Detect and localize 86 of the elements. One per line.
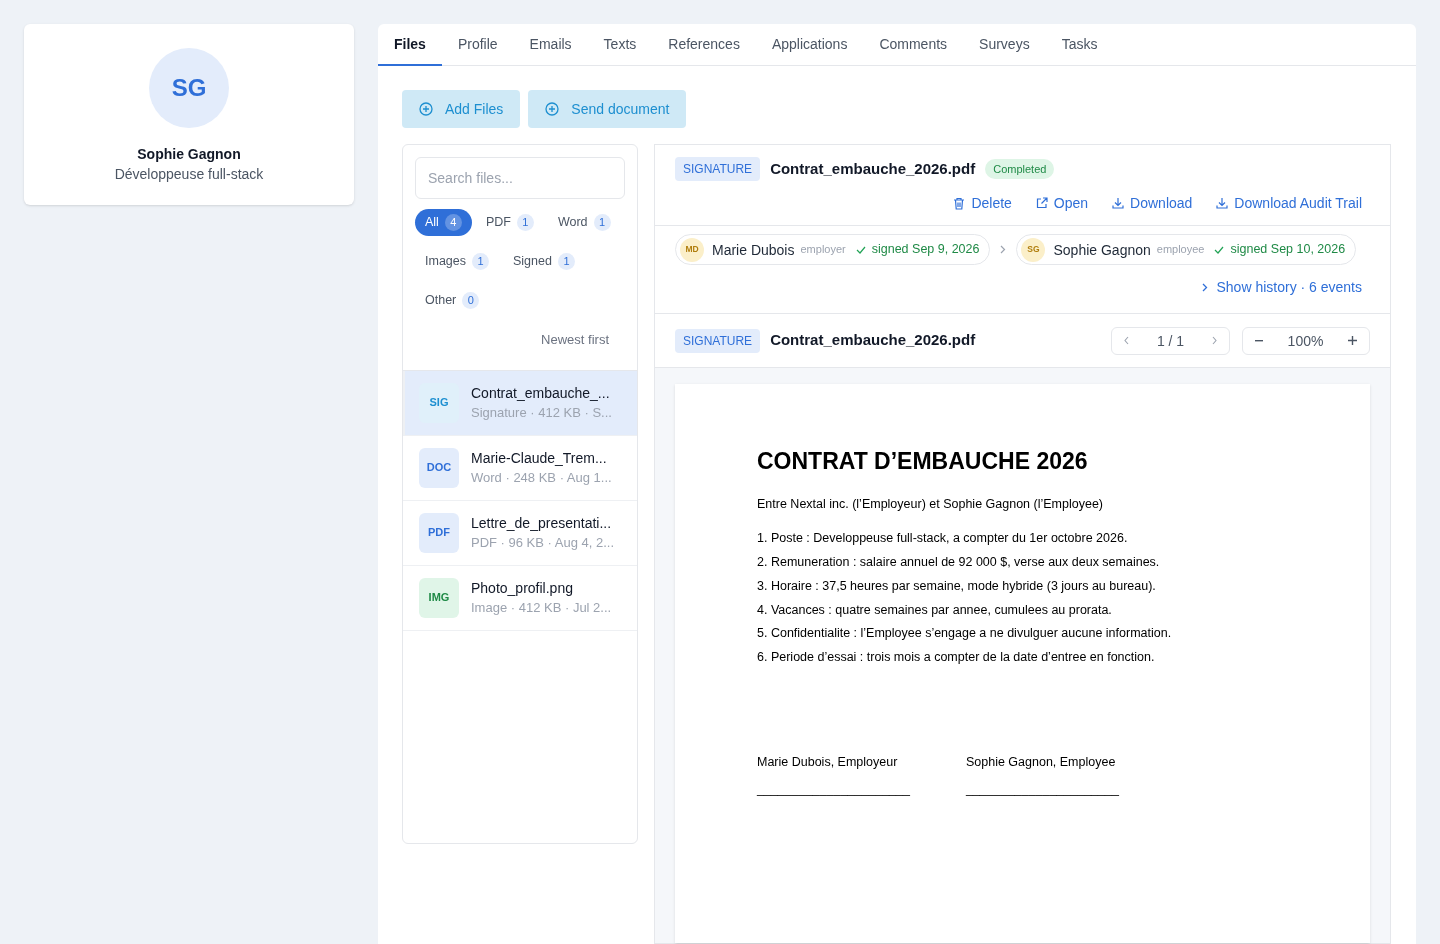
file-title: Contrat_embauche_2026.pdf: [770, 330, 976, 351]
file-row[interactable]: IMG Photo_profil.png Image · 412 KB · Jul 2...: [403, 565, 637, 631]
zoom-out-icon[interactable]: [1255, 339, 1263, 342]
action-link[interactable]: Open: [1035, 193, 1089, 213]
filter-chip[interactable]: PDF 1: [475, 209, 544, 236]
file-name: Lettre_de_presentati...: [471, 513, 613, 533]
tab[interactable]: Applications: [755, 24, 864, 66]
profile-name: Sophie Gagnon: [137, 145, 241, 164]
file-row[interactable]: DOC Marie-Claude_Trem... Word · 248 KB · Aug 1...: [403, 435, 637, 501]
document-clause: 3. Horaire : 37,5 heures par semaine, mode hybride (3 jours au bureau).: [757, 577, 1157, 595]
action-link[interactable]: Delete: [953, 193, 1012, 213]
external-link-icon: [1035, 197, 1048, 209]
document-clause: 2. Remuneration : salaire annuel de 92 000 $, verse aux deux semaines.: [757, 554, 1161, 571]
file-row[interactable]: SIG Contrat_embauche_... Signature · 412 KB · S...: [403, 370, 637, 436]
file-meta: Signature · 412 KB · S...: [471, 403, 612, 422]
avatar: SG: [149, 48, 229, 128]
document-clause: 5. Confidentialite : l’Employee s’engage a ne divulguer aucune information.: [757, 625, 1173, 643]
show-history-link[interactable]: Show history · 6 events: [1202, 277, 1362, 297]
signature-tag: SIGNATURE: [675, 157, 761, 181]
file-title: Contrat_embauche_2026.pdf: [770, 158, 976, 179]
tab[interactable]: Profile: [441, 24, 514, 66]
tab[interactable]: Tasks: [1045, 24, 1114, 66]
status-badge: Completed: [985, 158, 1055, 180]
filter-chip[interactable]: Word 1: [547, 209, 621, 236]
file-type-badge: IMG: [419, 577, 459, 618]
tab[interactable]: Emails: [513, 24, 588, 66]
signer-role: employer: [800, 242, 846, 258]
tab[interactable]: Surveys: [963, 24, 1046, 66]
signature-label: Sophie Gagnon, Employee: [965, 753, 1117, 771]
signer-name: Sophie Gagnon: [1053, 240, 1151, 260]
file-row[interactable]: PDF Lettre_de_presentati... PDF · 96 KB · Aug 4, 2...: [403, 500, 637, 566]
document-clause: 6. Periode d’essai : trois mois a compter de la date d’entree en fonction.: [757, 649, 1156, 666]
profile-role: Développeuse full-stack: [114, 165, 264, 184]
signer-name: Marie Dubois: [712, 240, 795, 260]
file-type-badge: PDF: [419, 512, 459, 553]
check-icon: [855, 245, 866, 254]
filter-chip[interactable]: Signed 1: [503, 248, 585, 275]
count-badge: 0: [462, 292, 480, 309]
signature-tag: SIGNATURE: [675, 328, 761, 353]
document-clause: 1. Poste : Developpeuse full-stack, a compter du 1er octobre 2026.: [757, 530, 1129, 548]
signer-avatar: SG: [1021, 237, 1046, 262]
count-badge: 1: [472, 253, 489, 270]
chevron-right-icon: [1000, 245, 1007, 254]
add-circle-icon: [419, 102, 433, 116]
chevron-right-icon: [1202, 282, 1209, 292]
count-badge: 4: [444, 214, 462, 231]
add-circle-icon: [545, 102, 560, 116]
tab[interactable]: Files: [378, 24, 442, 66]
signer-avatar: MD: [680, 237, 704, 262]
file-meta: Word · 248 KB · Aug 1...: [471, 468, 612, 487]
signature-line: ______________________: [757, 780, 910, 798]
tab[interactable]: Comments: [863, 24, 964, 66]
action-link[interactable]: Download Audit Trail: [1216, 193, 1362, 213]
file-name: Marie-Claude_Trem...: [471, 448, 608, 468]
file-name: Photo_profil.png: [471, 578, 574, 598]
page-indicator: 1 / 1: [1156, 331, 1185, 351]
filter-chip[interactable]: Other 0: [415, 287, 490, 314]
check-icon: [1214, 245, 1225, 254]
signer-role: employee: [1156, 242, 1205, 258]
file-meta: Image · 412 KB · Jul 2...: [471, 598, 612, 617]
tab[interactable]: References: [652, 24, 756, 66]
filter-chip[interactable]: Images 1: [415, 248, 499, 275]
file-meta: PDF · 96 KB · Aug 4, 2...: [471, 533, 615, 552]
zoom-level: 100%: [1287, 331, 1324, 351]
signed-date: signed Sep 10, 2026: [1230, 241, 1346, 259]
signature-label: Marie Dubois, Employeur: [757, 753, 899, 771]
download-icon: [1112, 197, 1125, 209]
signed-date: signed Sep 9, 2026: [871, 241, 980, 259]
document-title: CONTRAT D’EMBAUCHE 2026: [757, 447, 1089, 476]
count-badge: 1: [516, 214, 534, 231]
file-name: Contrat_embauche_...: [471, 383, 611, 403]
document-clause: 4. Vacances : quatre semaines par annee, cumulees au prorata.: [757, 601, 1113, 619]
file-type-badge: DOC: [419, 447, 459, 488]
signature-line: ______________________: [965, 780, 1119, 798]
file-type-badge: SIG: [419, 382, 459, 423]
action-link[interactable]: Download: [1112, 193, 1193, 213]
filter-chip[interactable]: All 4: [415, 209, 472, 236]
tab[interactable]: Texts: [587, 24, 653, 66]
document-text: Entre Nextal inc. (l’Employeur) et Sophie Gagnon (l’Employee): [757, 495, 1104, 513]
count-badge: 1: [593, 214, 611, 231]
zoom-in-icon[interactable]: [1348, 336, 1357, 345]
download-icon: [1216, 197, 1229, 209]
sort-label[interactable]: Newest first: [541, 330, 609, 350]
trash-icon: [953, 196, 966, 210]
count-badge: 1: [557, 253, 575, 270]
search-field[interactable]: Search files...: [415, 157, 625, 199]
